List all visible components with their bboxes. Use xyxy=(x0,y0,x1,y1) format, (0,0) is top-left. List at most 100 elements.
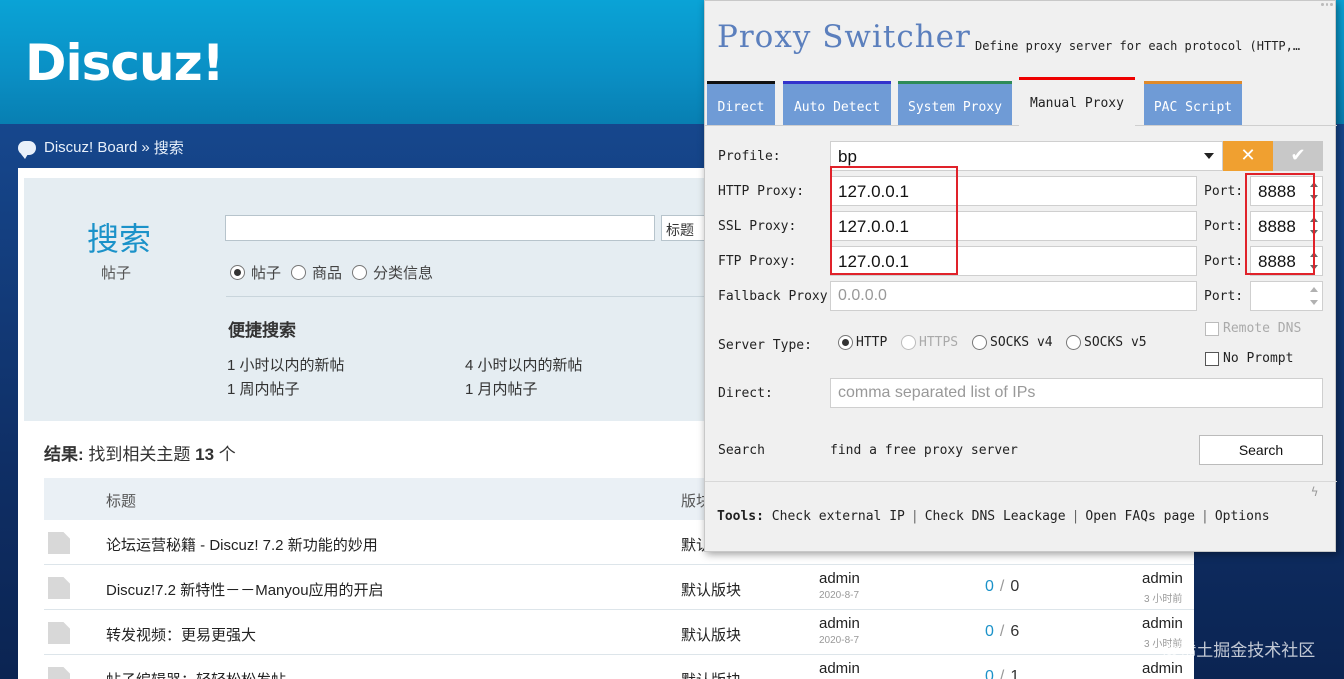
thread-date: 2020-8-7 xyxy=(819,635,860,646)
checkbox-label: Remote DNS xyxy=(1223,321,1302,336)
reply-count: 0 xyxy=(985,623,994,640)
profile-value: bp xyxy=(838,147,857,166)
chat-bubble-icon xyxy=(18,140,36,159)
radio-dot xyxy=(838,335,853,350)
thread-author[interactable]: admin xyxy=(819,570,860,587)
breadcrumb-site[interactable]: Discuz! Board xyxy=(44,139,137,156)
view-count: 1 xyxy=(1010,668,1020,679)
server-type-socks5[interactable]: SOCKS v5 xyxy=(1066,335,1147,350)
checkbox-box xyxy=(1205,321,1219,336)
fallback-proxy-input[interactable]: 0.0.0.0 xyxy=(830,281,1197,311)
options-link[interactable]: Options xyxy=(1215,509,1270,524)
radio-goods[interactable]: 商品 xyxy=(291,262,342,283)
last-post-time: 3 小时前 xyxy=(1144,594,1183,605)
http-proxy-label: HTTP Proxy: xyxy=(718,184,805,199)
server-type-https: HTTPS xyxy=(901,335,958,350)
ftp-proxy-label: FTP Proxy: xyxy=(718,254,797,269)
more-dots-icon xyxy=(1321,3,1334,6)
thread-stats: 0/6 xyxy=(985,623,1020,640)
result-label: 结果: xyxy=(44,445,84,464)
quick-search-title: 便捷搜索 xyxy=(228,321,296,340)
checkbox-label: No Prompt xyxy=(1223,351,1294,366)
search-hint: find a free proxy server xyxy=(830,443,1018,458)
tab-manual-proxy[interactable]: Manual Proxy xyxy=(1019,77,1135,127)
thread-forum[interactable]: 默认版块 xyxy=(681,669,741,679)
tab-pac-script[interactable]: PAC Script xyxy=(1144,81,1242,125)
tools-divider xyxy=(705,481,1337,482)
reply-count: 0 xyxy=(985,668,994,679)
quick-link-4h[interactable]: 4 小时以内的新帖 xyxy=(465,354,583,375)
proxy-title: Proxy Switcher xyxy=(717,19,971,55)
search-input[interactable] xyxy=(225,215,655,241)
last-poster[interactable]: admin xyxy=(1142,570,1183,587)
radio-posts[interactable]: 帖子 xyxy=(230,262,281,283)
fallback-port-stepper[interactable] xyxy=(1250,281,1323,311)
faqs-link[interactable]: Open FAQs page xyxy=(1085,509,1195,524)
no-prompt-checkbox[interactable]: No Prompt xyxy=(1205,351,1293,366)
thread-title[interactable]: Discuz!7.2 新特性－－Manyou应用的开启 xyxy=(106,579,384,600)
radio-dot xyxy=(972,335,987,350)
thread-author[interactable]: admin xyxy=(819,615,860,632)
direct-ip-list-input[interactable]: comma separated list of IPs xyxy=(830,378,1323,408)
highlight-proxy-addresses xyxy=(830,166,958,275)
radio-label: HTTP xyxy=(856,335,888,350)
breadcrumb: Discuz! Board » 搜索 xyxy=(18,137,184,159)
radio-label: 分类信息 xyxy=(373,265,434,282)
tools-label: Tools: xyxy=(717,509,764,524)
thread-title[interactable]: 帖子编辑器：轻轻松松发帖 xyxy=(106,669,286,679)
ssl-port-label: Port: xyxy=(1204,219,1244,234)
radio-dot xyxy=(291,265,307,280)
thread-forum[interactable]: 默认版块 xyxy=(681,579,741,600)
search-title: 搜索 xyxy=(87,220,152,258)
ssl-proxy-label: SSL Proxy: xyxy=(718,219,797,234)
watermark: @稀土掘金技术社区 xyxy=(1162,641,1316,660)
radio-dot xyxy=(230,265,245,280)
check-dns-link[interactable]: Check DNS Leackage xyxy=(925,509,1066,524)
remote-dns-checkbox: Remote DNS xyxy=(1205,321,1301,336)
radio-category[interactable]: 分类信息 xyxy=(352,262,433,283)
thread-forum[interactable]: 默认版块 xyxy=(681,624,741,645)
thread-title[interactable]: 转发视频：更易更强大 xyxy=(106,624,256,645)
search-subtitle: 帖子 xyxy=(101,265,132,282)
direct-label: Direct: xyxy=(718,386,773,401)
checkbox-box xyxy=(1205,351,1219,366)
tab-auto-detect[interactable]: Auto Detect xyxy=(783,81,891,125)
radio-label: 商品 xyxy=(312,265,343,282)
view-count: 0 xyxy=(1010,578,1020,595)
delete-profile-button[interactable]: ✕ xyxy=(1223,141,1273,171)
breadcrumb-page: 搜索 xyxy=(153,140,184,157)
radio-label: HTTPS xyxy=(919,335,959,350)
radio-dot xyxy=(901,335,916,350)
server-type-http[interactable]: HTTP xyxy=(838,335,887,350)
search-scope-radios: 帖子 商品 分类信息 xyxy=(230,262,433,283)
thread-stats: 0/0 xyxy=(985,578,1020,595)
divider xyxy=(226,296,714,297)
radio-dot xyxy=(352,265,368,280)
quick-link-1m[interactable]: 1 月内帖子 xyxy=(465,378,538,399)
tools-bar: Tools: Check external IP | Check DNS Leack… xyxy=(717,509,1270,524)
result-count: 13 xyxy=(195,445,215,464)
radio-dot xyxy=(1066,335,1081,350)
last-poster[interactable]: admin xyxy=(1142,615,1183,632)
quick-link-1h[interactable]: 1 小时以内的新帖 xyxy=(227,354,345,375)
site-logo[interactable]: Discuz! xyxy=(25,34,225,92)
thread-author[interactable]: admin xyxy=(819,660,860,677)
last-poster[interactable]: admin xyxy=(1142,660,1183,677)
radio-label: 帖子 xyxy=(251,265,282,282)
thread-title[interactable]: 论坛运营秘籍 - Discuz! 7.2 新功能的妙用 xyxy=(106,534,378,555)
quick-link-1w[interactable]: 1 周内帖子 xyxy=(227,378,300,399)
chevron-down-icon xyxy=(1204,153,1214,159)
search-label: Search xyxy=(718,443,765,458)
save-profile-button[interactable]: ✔ xyxy=(1273,141,1323,171)
result-summary: 结果: 找到相关主题 13 个 xyxy=(44,440,236,465)
spinner-icon[interactable] xyxy=(1308,285,1320,307)
radio-label: SOCKS v5 xyxy=(1084,335,1147,350)
server-type-socks4[interactable]: SOCKS v4 xyxy=(972,335,1053,350)
http-port-label: Port: xyxy=(1204,184,1244,199)
tab-system-proxy[interactable]: System Proxy xyxy=(898,81,1012,125)
fallback-proxy-label: Fallback Proxy: xyxy=(718,289,836,304)
proxy-switcher-popup: Proxy Switcher Define proxy server for e… xyxy=(704,0,1337,552)
tab-direct[interactable]: Direct xyxy=(707,81,775,125)
check-ip-link[interactable]: Check external IP xyxy=(772,509,905,524)
search-button[interactable]: Search xyxy=(1199,435,1323,465)
